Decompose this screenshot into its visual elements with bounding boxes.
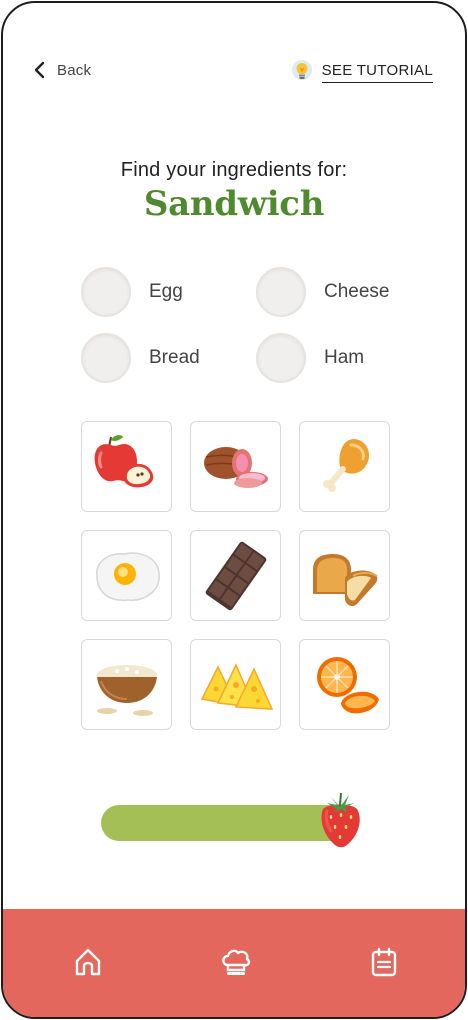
progress-bar — [101, 805, 349, 841]
recipe-title: Sandwich — [143, 184, 325, 224]
calendar-icon — [371, 947, 397, 977]
ingredient-label: Bread — [149, 347, 200, 368]
food-tile-cheese[interactable] — [190, 639, 281, 730]
ham-icon — [203, 446, 268, 488]
orange-icon — [316, 656, 379, 713]
ingredient-label: Cheese — [324, 281, 390, 302]
ingredient-bread[interactable]: Bread — [81, 333, 200, 383]
ingredient-label: Ham — [324, 347, 365, 368]
ingredient-checkbox[interactable] — [81, 333, 131, 383]
chef-hat-icon — [222, 949, 251, 975]
food-tile-chocolate[interactable] — [190, 530, 281, 621]
cheese-icon — [200, 662, 273, 710]
back-label: Back — [57, 61, 92, 79]
food-tile-ham[interactable] — [190, 421, 281, 512]
chevron-left-icon — [34, 61, 45, 79]
fried-egg-icon — [95, 551, 160, 601]
ingredient-label: Egg — [149, 281, 183, 302]
food-tile-apple[interactable] — [81, 421, 172, 512]
ingredient-cheese[interactable]: Cheese — [256, 267, 390, 317]
apple-icon — [94, 434, 153, 487]
ingredient-checkbox[interactable] — [81, 267, 131, 317]
nav-recipes[interactable] — [219, 945, 253, 979]
chocolate-icon — [205, 541, 266, 610]
ingredient-checkbox[interactable] — [256, 267, 306, 317]
recipe-heading: Find your ingredients for: Sandwich — [3, 159, 465, 224]
tutorial-label: SEE TUTORIAL — [321, 62, 433, 83]
ingredient-ham[interactable]: Ham — [256, 333, 364, 383]
strawberry-icon — [321, 792, 360, 848]
food-tile-egg[interactable] — [81, 530, 172, 621]
top-bar: Back SEE TUTORIAL — [3, 59, 465, 89]
food-grid — [81, 421, 391, 731]
nav-calendar[interactable] — [367, 945, 401, 979]
food-tile-orange[interactable] — [299, 639, 390, 730]
food-tile-bread[interactable] — [299, 530, 390, 621]
nav-home[interactable] — [71, 945, 105, 979]
ingredient-egg[interactable]: Egg — [81, 267, 183, 317]
rice-bowl-icon — [96, 664, 157, 716]
food-tile-chicken[interactable] — [299, 421, 390, 512]
bread-icon — [312, 553, 378, 606]
phone-frame: Back SEE TUTORIAL Find your ingredients … — [1, 1, 467, 1019]
home-icon — [75, 948, 101, 976]
subtitle: Find your ingredients for: — [120, 159, 348, 181]
food-tile-rice[interactable] — [81, 639, 172, 730]
back-button[interactable]: Back — [33, 61, 91, 79]
chicken-leg-icon — [322, 438, 369, 492]
lightbulb-icon — [291, 60, 312, 80]
ingredient-checkbox[interactable] — [256, 333, 306, 383]
bottom-nav — [3, 909, 465, 1017]
see-tutorial-link[interactable]: SEE TUTORIAL — [290, 59, 433, 85]
